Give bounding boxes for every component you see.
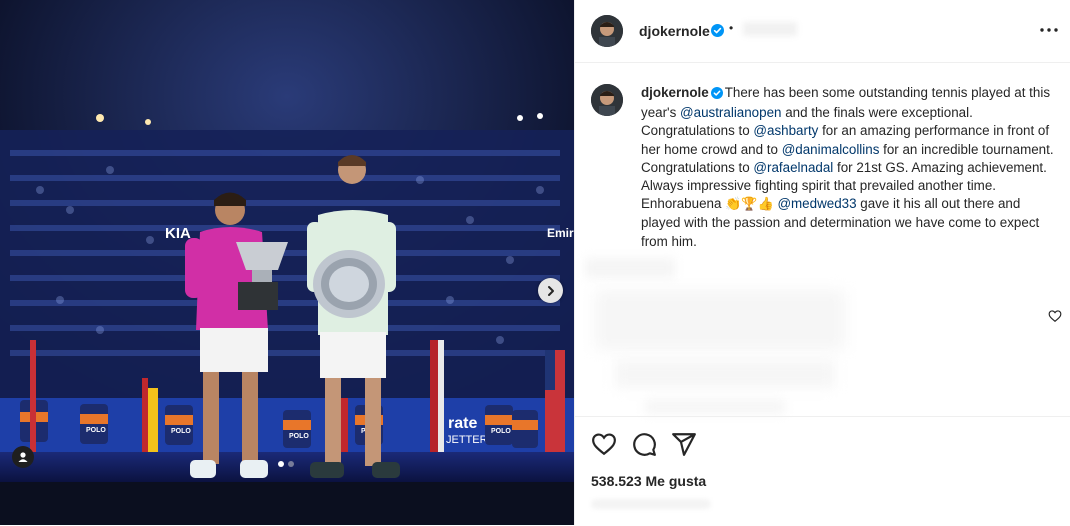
follow-blur [743,22,797,36]
comments-area [585,250,915,420]
photo-bottom-strip [0,482,574,525]
like-button[interactable] [591,431,617,457]
more-options-button[interactable] [1037,22,1061,38]
carousel-dot [288,461,294,467]
mention-link[interactable]: @australianopen [680,105,781,120]
post-date-blur [591,499,711,509]
banner-text-rate: rate [448,415,477,432]
banner-text-jetter: JETTER [446,434,488,446]
banner-text-kia: KIA [165,225,191,242]
carousel-indicator [278,461,294,467]
post-sidebar: djokernole • djokernole There has been so… [574,0,1070,525]
post-header: djokernole • [575,0,1070,63]
share-icon [672,433,696,456]
banner-text-emirates: Emir [547,226,574,240]
likes-count[interactable]: 538.523 Me gusta [591,473,706,489]
heart-icon [592,433,616,456]
ballkid-shirt-text: POLO [289,433,309,440]
verified-badge-icon [710,87,723,99]
header-separator: • [729,21,734,35]
ballkid-shirt-text: POLO [171,428,191,435]
mention-link[interactable]: @rafaelnadal [753,160,833,175]
post-actions: 538.523 Me gusta [575,416,1070,526]
user-tag-icon [18,452,28,462]
author-avatar[interactable] [591,15,623,47]
author-username[interactable]: djokernole [639,23,710,39]
caption-body: There has been some outstanding tennis p… [641,85,1054,249]
avatar-image [591,84,623,116]
mention-link[interactable]: @danimalcollins [782,142,880,157]
post-image[interactable]: KIA Emir rate JETTER POLO POLO POLO POLO… [0,0,574,525]
post-photo: KIA Emir rate JETTER POLO POLO POLO POLO… [0,0,574,482]
share-button[interactable] [671,431,697,457]
mention-link[interactable]: @ashbarty [753,123,818,138]
caption-avatar[interactable] [591,84,623,116]
caption-emoji: 👏🏆👍 [725,197,774,213]
post-caption: djokernole There has been some outstandin… [641,84,1055,251]
verified-badge-icon [711,24,724,37]
tagged-users-button[interactable] [12,446,34,468]
ballkid-shirt-text: POLO [491,428,511,435]
mention-link[interactable]: @medwed33 [777,196,856,211]
comment-button[interactable] [631,431,657,457]
comment-icon [633,433,656,456]
comment-like-button[interactable] [1048,309,1062,323]
carousel-dot-active [278,461,284,467]
chevron-right-icon [547,285,554,296]
ballkid-shirt-text: POLO [86,427,106,434]
avatar-image [591,15,623,47]
caption-username[interactable]: djokernole [641,85,709,100]
more-options-icon [1040,28,1058,32]
carousel-next-button[interactable] [538,278,563,303]
heart-icon [1048,310,1062,322]
